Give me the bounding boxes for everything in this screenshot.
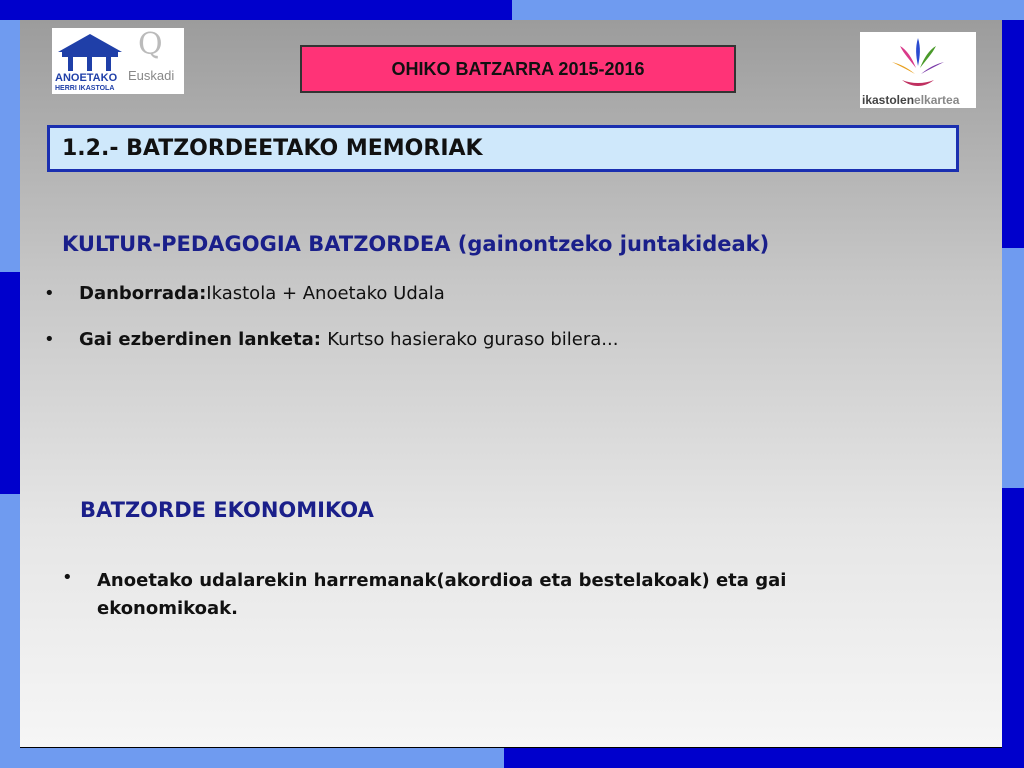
svg-text:ikastolenelkartea: ikastolenelkartea [862, 93, 960, 107]
frame-right-mid [1002, 248, 1024, 488]
frame-bottom-right [504, 748, 1024, 768]
frame-top-right [512, 0, 1024, 20]
anoetako-logo: Q ANOETAKO HERRI IKASTOLA Euskadi [52, 27, 184, 94]
frame-left-top [0, 20, 20, 272]
section-title: 1.2.- BATZORDEETAKO MEMORIAK [62, 136, 483, 161]
frame-right-top [1002, 20, 1024, 248]
kultur-item-1-label: Danborrada: [79, 283, 207, 304]
kultur-heading: KULTUR-PEDAGOGIA BATZORDEA (gainontzeko … [62, 232, 770, 256]
bullet-dot: • [44, 283, 55, 304]
ekonomiko-heading: BATZORDE EKONOMIKOA [80, 498, 374, 522]
euskadi-badge: Euskadi [128, 68, 174, 83]
ekonomiko-item-1-text: Anoetako udalarekin harremanak(akordioa … [97, 570, 787, 619]
frame-top-left [0, 0, 512, 20]
logo-name-part2: elkartea [914, 93, 960, 107]
kultur-item-1-text: Ikastola + Anoetako Udala [206, 283, 445, 304]
bullet-dot: • [44, 329, 55, 350]
meeting-title-box: OHIKO BATZARRA 2015-2016 [300, 45, 736, 93]
logo-name-part1: ikastolen [862, 93, 914, 107]
ikastolen-elkartea-logo-graphic: ikastolenelkartea [862, 38, 960, 107]
svg-text:Q: Q [138, 28, 163, 62]
kultur-item-2-text: Kurtso hasierako guraso bilera... [327, 329, 619, 350]
ikastolen-elkartea-logo: ikastolenelkartea [860, 32, 976, 108]
frame-right-bottom [1002, 488, 1024, 748]
frame-bottom-left [0, 748, 504, 768]
bullet-dot: • [62, 567, 73, 588]
kultur-item-2-label: Gai ezberdinen lanketa: [79, 329, 328, 350]
section-title-box: 1.2.- BATZORDEETAKO MEMORIAK [47, 125, 959, 172]
anoetako-logo-name: ANOETAKO [55, 72, 118, 84]
anoetako-logo-graphic: Q ANOETAKO HERRI IKASTOLA Euskadi [55, 27, 174, 92]
frame-left-bottom [0, 494, 20, 748]
meeting-title: OHIKO BATZARRA 2015-2016 [391, 58, 645, 79]
frame-left-mid [0, 272, 20, 494]
anoetako-logo-sub: HERRI IKASTOLA [55, 85, 114, 92]
